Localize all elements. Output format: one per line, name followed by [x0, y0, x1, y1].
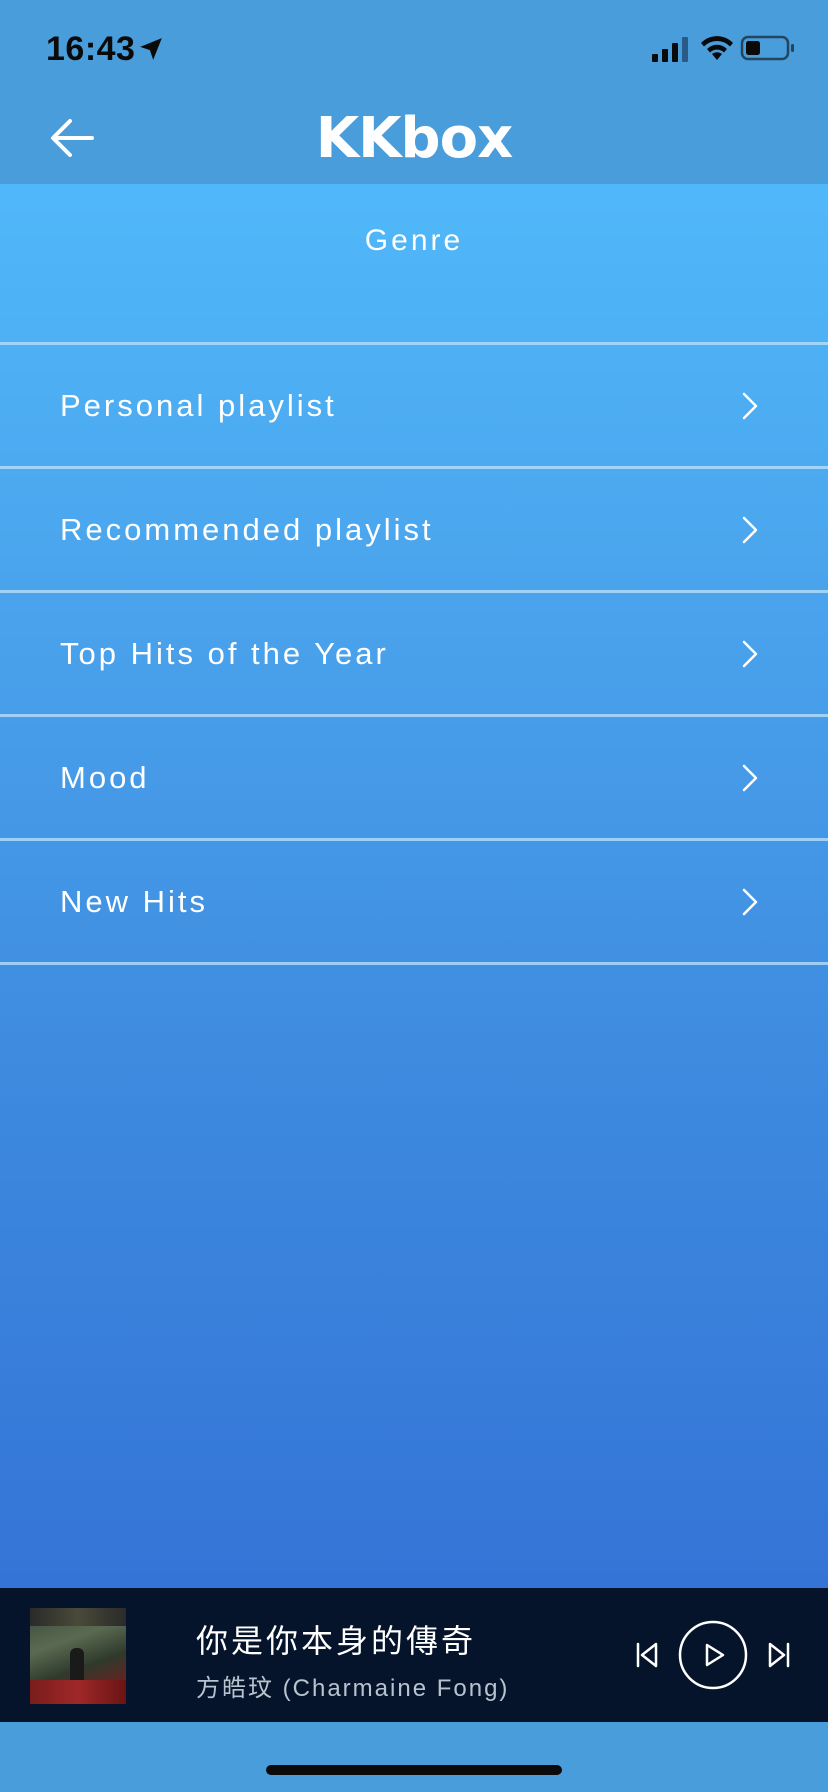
cellular-signal-icon	[652, 37, 688, 62]
menu-item-mood[interactable]: Mood	[0, 717, 828, 838]
chevron-right-icon	[742, 640, 758, 668]
location-arrow-icon	[140, 38, 162, 60]
genre-menu-list: Personal playlist Recommended playlist T…	[0, 342, 828, 965]
status-bar: 16:43	[0, 0, 828, 98]
divider	[0, 962, 828, 965]
home-indicator-area	[0, 1722, 828, 1792]
menu-item-new-hits[interactable]: New Hits	[0, 841, 828, 962]
track-title: 你是你本身的傳奇	[196, 1623, 477, 1659]
chevron-right-icon	[742, 888, 758, 916]
menu-item-label: Mood	[60, 760, 150, 795]
menu-item-label: Top Hits of the Year	[60, 636, 389, 671]
album-art-detail	[30, 1680, 126, 1704]
app-header: KKbox	[0, 98, 828, 184]
skip-previous-icon[interactable]	[636, 1642, 658, 1668]
status-time: 16:43	[46, 30, 136, 68]
kkbox-logo: KKbox	[315, 106, 513, 171]
track-artist: 方皓玟 (Charmaine Fong)	[196, 1675, 510, 1702]
skip-next-icon[interactable]	[768, 1642, 790, 1668]
album-art-detail	[30, 1608, 126, 1626]
play-button[interactable]	[678, 1620, 748, 1690]
chevron-right-icon	[742, 516, 758, 544]
battery-icon	[740, 35, 794, 61]
chevron-right-icon	[742, 392, 758, 420]
menu-item-recommended-playlist[interactable]: Recommended playlist	[0, 469, 828, 590]
main-content: Genre Personal playlist Recommended play…	[0, 184, 828, 1588]
menu-item-label: New Hits	[60, 884, 209, 919]
album-art-detail	[70, 1648, 84, 1682]
mini-player[interactable]: 你是你本身的傳奇 方皓玟 (Charmaine Fong)	[0, 1588, 828, 1722]
menu-item-top-hits-of-the-year[interactable]: Top Hits of the Year	[0, 593, 828, 714]
home-indicator[interactable]	[266, 1765, 562, 1775]
play-icon	[705, 1643, 725, 1667]
page-title: Genre	[364, 224, 464, 257]
menu-item-personal-playlist[interactable]: Personal playlist	[0, 345, 828, 466]
menu-item-label: Personal playlist	[60, 388, 337, 423]
album-art[interactable]	[30, 1608, 126, 1704]
wifi-icon	[701, 36, 733, 60]
chevron-right-icon	[742, 764, 758, 792]
menu-item-label: Recommended playlist	[60, 512, 434, 547]
